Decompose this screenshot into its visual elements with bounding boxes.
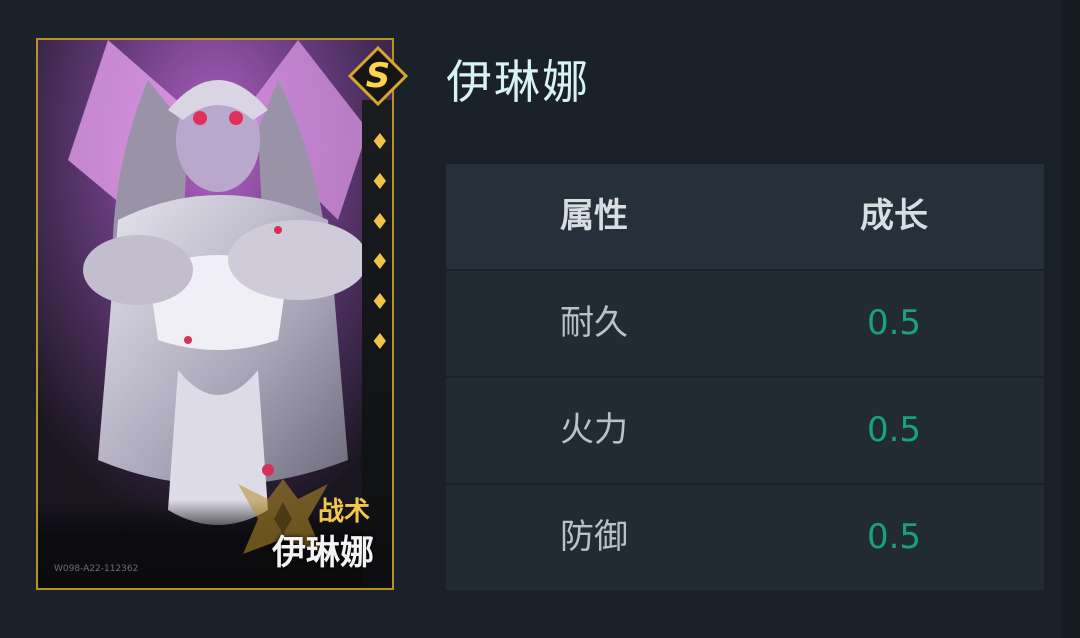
card-class-label: 战术 — [317, 497, 370, 527]
star-icon: ♦ — [370, 330, 390, 355]
star-icon: ♦ — [370, 130, 390, 155]
attribute-name: 火力 — [560, 410, 628, 450]
growth-value: 0.5 — [866, 303, 922, 343]
card-name-label: 伊琳娜 — [272, 533, 374, 573]
star-icon: ♦ — [370, 170, 390, 195]
header-growth: 成长 — [860, 196, 928, 236]
card-footnote: W098-A22-112362 — [54, 564, 139, 574]
attribute-table: 属性 成长 耐久 0.5 火力 0.5 防御 0.5 — [446, 164, 1044, 592]
table-row: 耐久 0.5 — [446, 271, 1044, 376]
star-icon: ♦ — [370, 250, 390, 275]
rank-letter: S — [365, 56, 391, 96]
attribute-name: 耐久 — [560, 303, 628, 343]
table-row: 防御 0.5 — [446, 485, 1044, 590]
growth-value: 0.5 — [866, 517, 922, 557]
header-attribute: 属性 — [560, 196, 628, 236]
right-edge-strip — [1062, 0, 1080, 638]
star-icon: ♦ — [370, 290, 390, 315]
star-icon: ♦ — [370, 210, 390, 235]
growth-value: 0.5 — [866, 410, 922, 450]
rank-badge: S — [347, 45, 409, 107]
character-card[interactable]: ♦ ♦ ♦ ♦ ♦ ♦ 战术 伊琳娜 W098-A22-112362 — [36, 38, 394, 590]
table-row: 火力 0.5 — [446, 378, 1044, 483]
table-header-row: 属性 成长 — [446, 164, 1044, 269]
hero-title: 伊琳娜 — [446, 55, 590, 109]
attribute-name: 防御 — [560, 517, 628, 557]
